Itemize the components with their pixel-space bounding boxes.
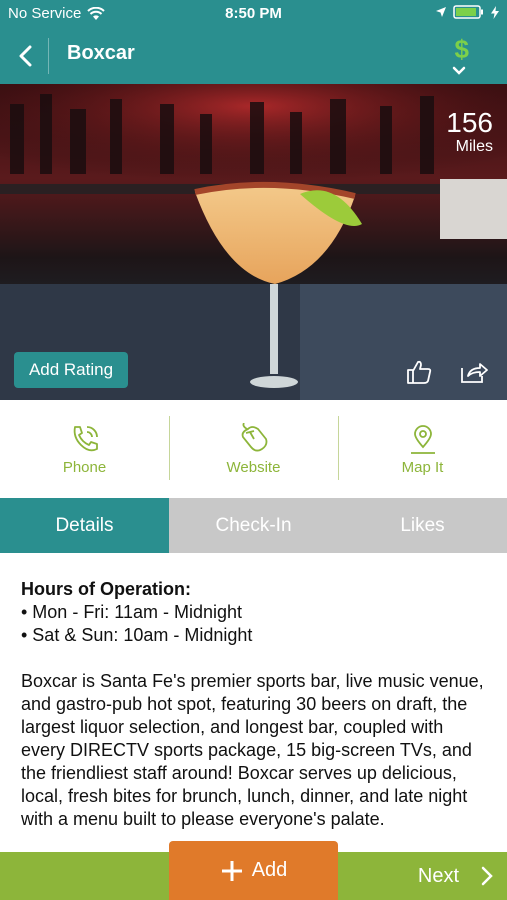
charging-bolt-icon <box>491 5 499 19</box>
venue-description: Boxcar is Santa Fe's premier sports bar,… <box>21 671 484 829</box>
add-rating-button[interactable]: Add Rating <box>14 352 128 388</box>
distance-indicator: 156 Miles <box>446 108 493 156</box>
map-it-label: Map It <box>401 458 444 476</box>
hours-item: • Mon - Fri: 11am - Midnight <box>21 602 243 622</box>
battery-icon <box>453 5 483 19</box>
page-title: Boxcar <box>67 42 135 64</box>
tab-bar: Details Check-In Likes <box>0 498 507 553</box>
share-icon[interactable] <box>460 360 488 384</box>
contact-actions: Phone Website Map It <box>0 400 507 498</box>
phone-button[interactable]: Phone <box>0 400 169 498</box>
phone-icon <box>73 425 98 451</box>
thumbs-up-icon[interactable] <box>405 358 433 386</box>
plus-icon <box>221 860 242 881</box>
next-label: Next <box>417 864 459 887</box>
map-it-button[interactable]: Map It <box>338 400 507 498</box>
hours-item: • Sat & Sun: 10am - Midnight <box>21 625 253 645</box>
venue-photo: 156 Miles Add Rating <box>0 84 507 400</box>
next-button[interactable]: Next <box>418 852 493 900</box>
add-button[interactable]: Add <box>169 841 338 900</box>
price-level-button[interactable]: $ <box>455 34 469 65</box>
tab-check-in[interactable]: Check-In <box>169 498 338 553</box>
location-arrow-icon <box>436 7 446 17</box>
status-right <box>435 5 499 19</box>
tab-details[interactable]: Details <box>0 498 169 553</box>
status-time: 8:50 PM <box>225 5 282 22</box>
tab-likes[interactable]: Likes <box>338 498 507 553</box>
add-label: Add <box>251 859 288 881</box>
details-content: Hours of Operation: • Mon - Fri: 11am - … <box>21 578 491 831</box>
back-button[interactable] <box>10 38 40 74</box>
nav-divider <box>48 38 49 74</box>
mouse-icon <box>241 422 267 451</box>
map-pin-icon <box>410 424 435 454</box>
chevron-left-icon <box>19 45 32 67</box>
chevron-down-icon[interactable] <box>452 66 466 75</box>
hours-heading: Hours of Operation: <box>21 579 191 599</box>
distance-unit: Miles <box>455 138 493 155</box>
phone-label: Phone <box>62 458 107 476</box>
navigation-bar: Boxcar $ <box>0 28 507 84</box>
website-button[interactable]: Website <box>169 400 338 498</box>
distance-value: 156 <box>446 107 493 138</box>
chevron-right-icon <box>481 866 493 886</box>
status-bar: No Service 8:50 PM <box>0 0 507 28</box>
website-label: Website <box>226 458 281 476</box>
